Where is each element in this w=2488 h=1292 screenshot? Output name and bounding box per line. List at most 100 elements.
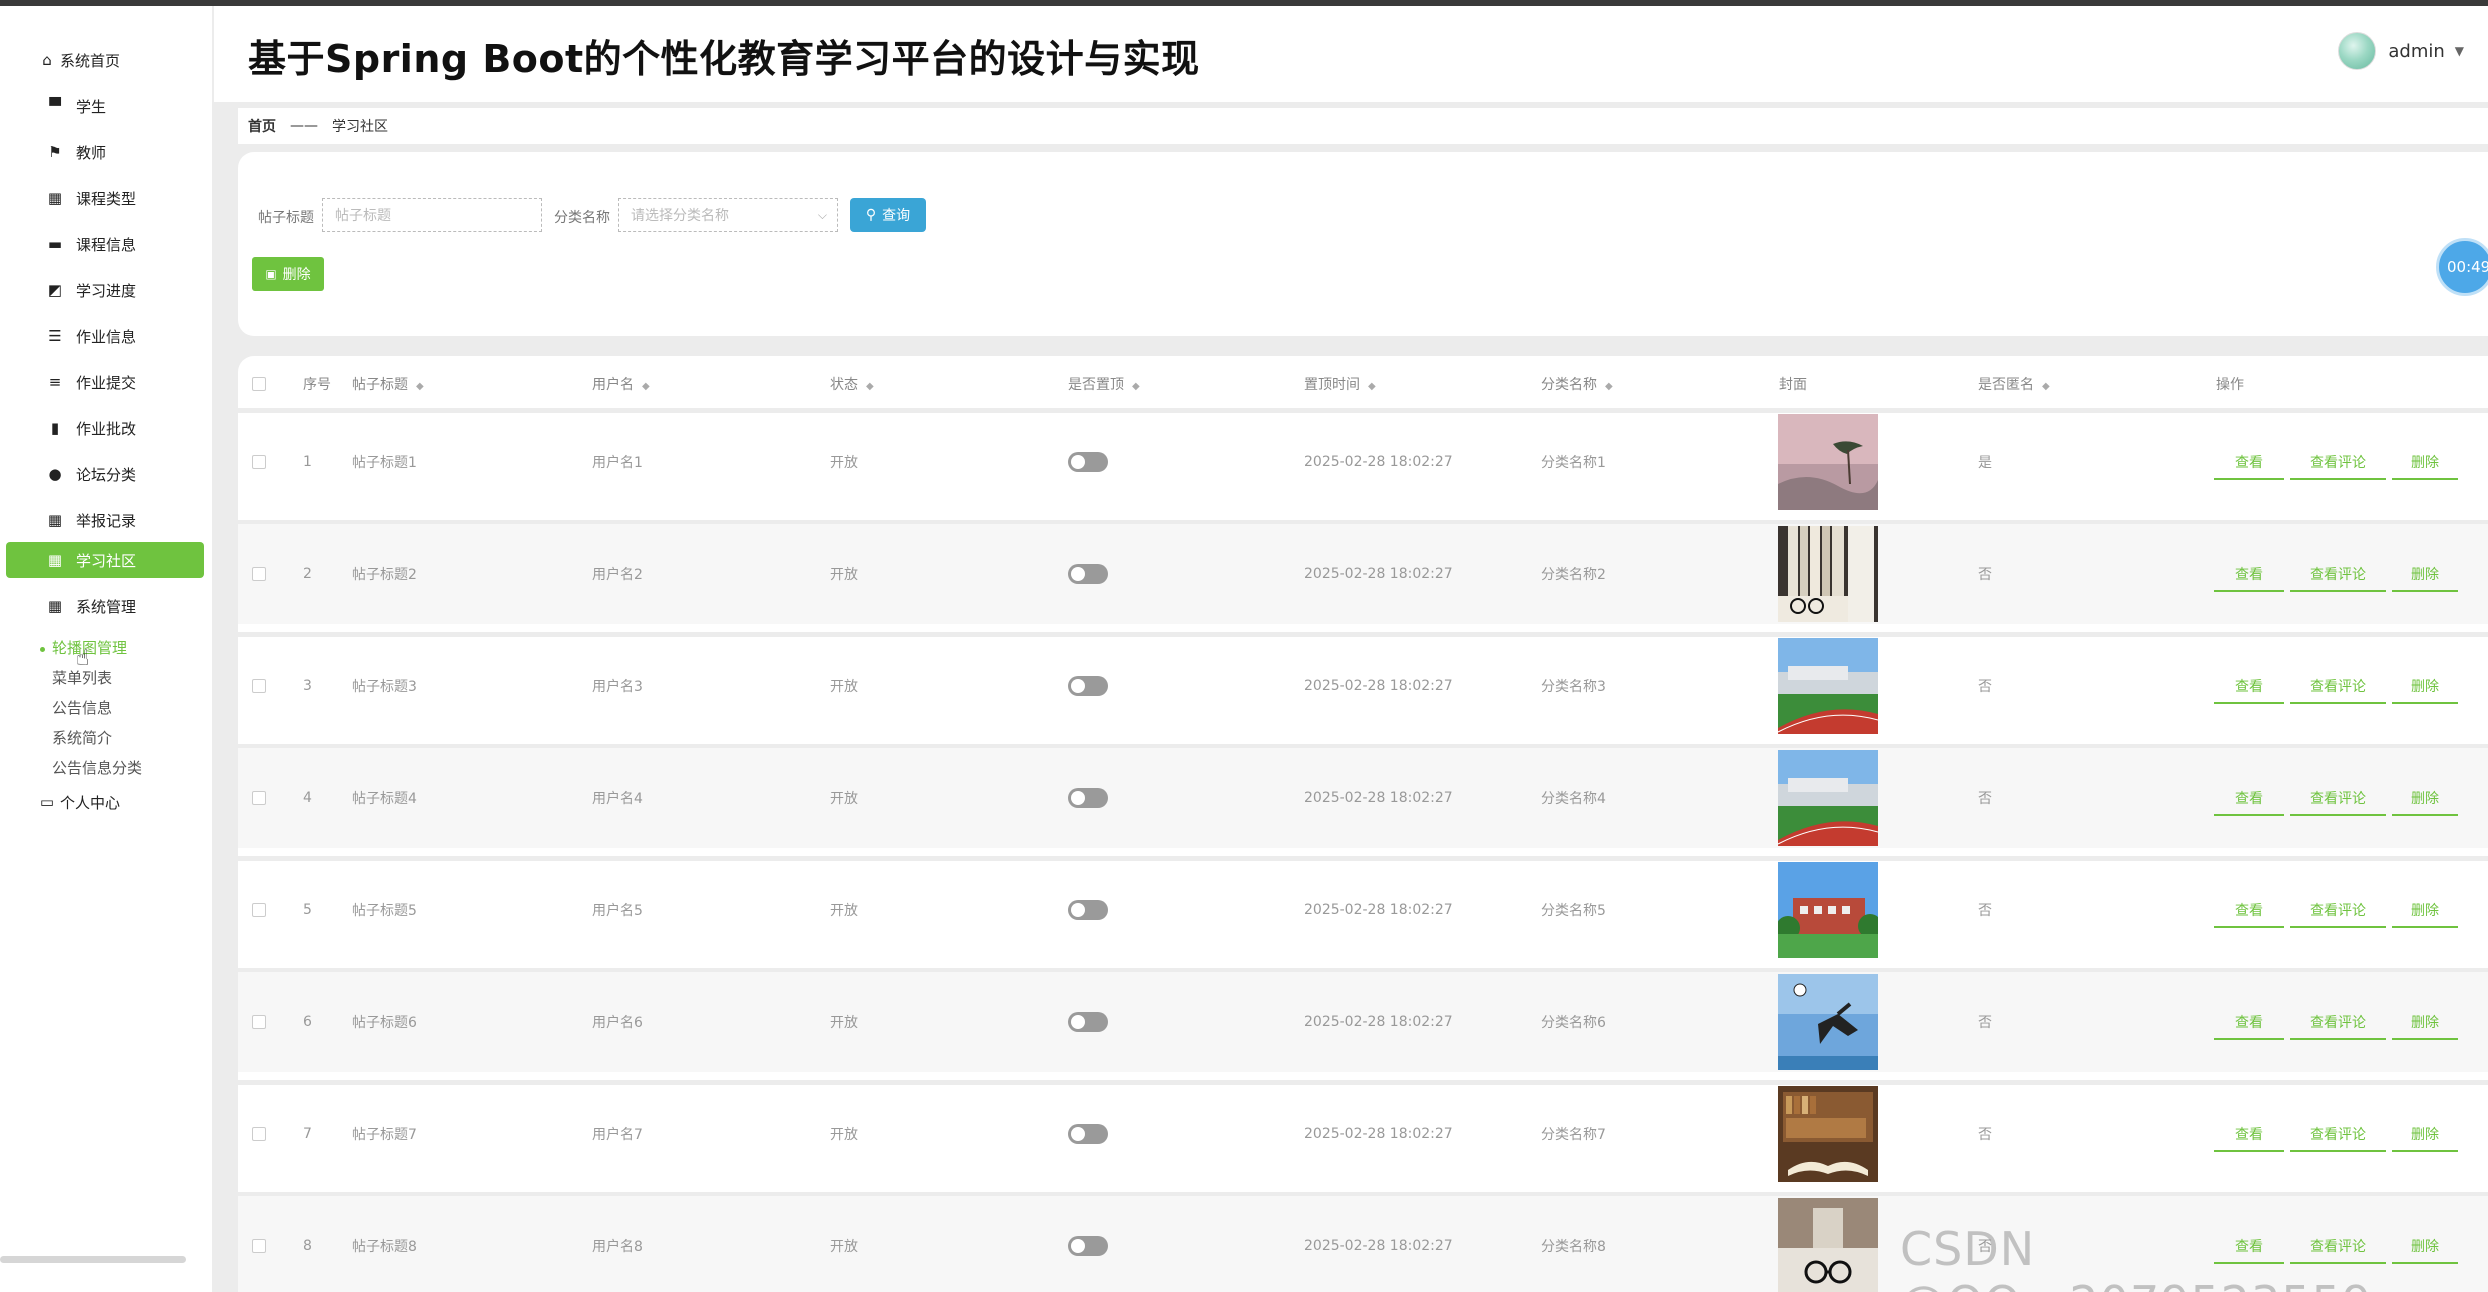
sidebar-item-course-type[interactable]: ▦ 课程类型 xyxy=(6,180,204,216)
sub-item-notice-category[interactable]: 公告信息分类 xyxy=(52,757,142,778)
monitor-icon: ▀ xyxy=(49,97,61,115)
sidebar-item-community[interactable]: ▦ 学习社区 xyxy=(6,542,204,578)
view-comments-button[interactable]: 查看评论 xyxy=(2290,564,2386,592)
sub-item-intro[interactable]: 系统简介 xyxy=(52,727,112,748)
view-comments-button[interactable]: 查看评论 xyxy=(2290,900,2386,928)
header-user-label: 用户名 xyxy=(592,377,634,393)
view-button[interactable]: 查看 xyxy=(2214,564,2284,592)
timer-badge[interactable]: 00:49 xyxy=(2436,238,2488,296)
sidebar-item-label: 课程类型 xyxy=(76,189,137,208)
pinned-toggle[interactable] xyxy=(1068,1124,1108,1144)
pinned-toggle[interactable] xyxy=(1068,1012,1108,1032)
row-checkbox[interactable] xyxy=(252,1015,266,1029)
header-category[interactable]: 分类名称 ◆ xyxy=(1541,374,1613,394)
cell-pinned xyxy=(1068,1196,1108,1292)
row-delete-button[interactable]: 删除 xyxy=(2392,900,2458,928)
row-delete-button[interactable]: 删除 xyxy=(2392,788,2458,816)
view-comments-button[interactable]: 查看评论 xyxy=(2290,1012,2386,1040)
row-checkbox[interactable] xyxy=(252,903,266,917)
cell-index: 8 xyxy=(303,1238,312,1254)
row-delete-button[interactable]: 删除 xyxy=(2392,676,2458,704)
view-button[interactable]: 查看 xyxy=(2214,452,2284,480)
sliders-icon: ☰ xyxy=(48,327,62,345)
row-checkbox[interactable] xyxy=(252,567,266,581)
cell-pinned xyxy=(1068,524,1108,624)
cover-image[interactable] xyxy=(1778,974,1878,1070)
sidebar-item-forum-category[interactable]: ● 论坛分类 xyxy=(6,456,204,492)
sidebar-scrollbar[interactable] xyxy=(0,1256,186,1263)
sidebar-item-label: 个人中心 xyxy=(60,793,121,812)
title-filter-input[interactable]: 帖子标题 xyxy=(322,198,542,232)
row-delete-button[interactable]: 删除 xyxy=(2392,452,2458,480)
row-delete-button[interactable]: 删除 xyxy=(2392,1124,2458,1152)
view-comments-button[interactable]: 查看评论 xyxy=(2290,676,2386,704)
view-comments-button[interactable]: 查看评论 xyxy=(2290,788,2386,816)
bulk-delete-button[interactable]: ▣ 删除 xyxy=(252,257,324,291)
sidebar-item-homework-submit[interactable]: ≡ 作业提交 xyxy=(6,364,204,400)
sidebar-item-system[interactable]: ▦ 系统管理 xyxy=(6,588,204,624)
view-button[interactable]: 查看 xyxy=(2214,1012,2284,1040)
pinned-toggle[interactable] xyxy=(1068,1236,1108,1256)
sidebar-item-progress[interactable]: ◩ 学习进度 xyxy=(6,272,204,308)
clipboard-icon: ▮ xyxy=(50,419,60,437)
cover-image[interactable] xyxy=(1776,862,1882,958)
pinned-toggle[interactable] xyxy=(1068,564,1108,584)
breadcrumb-home[interactable]: 首页 xyxy=(248,116,276,136)
sub-item-notice[interactable]: 公告信息 xyxy=(52,697,112,718)
cover-image[interactable] xyxy=(1778,1198,1878,1292)
row-delete-button[interactable]: 删除 xyxy=(2392,564,2458,592)
row-checkbox[interactable] xyxy=(252,791,266,805)
view-button[interactable]: 查看 xyxy=(2214,1124,2284,1152)
cover-image[interactable] xyxy=(1777,638,1879,734)
cell-user: 用户名3 xyxy=(592,679,643,695)
sidebar-item-report[interactable]: ▦ 举报记录 xyxy=(6,502,204,538)
sidebar-item-label: 教师 xyxy=(76,143,107,162)
cell-user: 用户名1 xyxy=(592,455,643,471)
sidebar-item-teacher[interactable]: ⚑ 教师 xyxy=(6,134,204,170)
view-button[interactable]: 查看 xyxy=(2214,788,2284,816)
header-status[interactable]: 状态 ◆ xyxy=(830,374,874,394)
table-row: 3 帖子标题3 用户名3 开放 2025-02-28 18:02:27 分类名称3 否 查看查… xyxy=(238,636,2488,736)
view-button[interactable]: 查看 xyxy=(2214,676,2284,704)
view-button[interactable]: 查看 xyxy=(2214,900,2284,928)
sub-item-carousel[interactable]: 轮播图管理 xyxy=(52,637,127,658)
header-actions: 操作 xyxy=(2216,377,2244,393)
cover-image[interactable] xyxy=(1778,1086,1878,1182)
sidebar-item-label: 论坛分类 xyxy=(76,465,137,484)
sidebar-item-label: 学生 xyxy=(76,97,107,116)
row-checkbox[interactable] xyxy=(252,1127,266,1141)
row-delete-button[interactable]: 删除 xyxy=(2392,1012,2458,1040)
sidebar-item-home[interactable]: ⌂ 系统首页 xyxy=(6,42,204,78)
pinned-toggle[interactable] xyxy=(1068,788,1108,808)
pinned-toggle[interactable] xyxy=(1068,452,1108,472)
row-checkbox[interactable] xyxy=(252,1239,266,1253)
sidebar-item-homework-grading[interactable]: ▮ 作业批改 xyxy=(6,410,204,446)
page-title: 基于Spring Boot的个性化教育学习平台的设计与实现 xyxy=(248,37,1200,81)
cover-image[interactable] xyxy=(1777,750,1879,846)
row-checkbox[interactable] xyxy=(252,455,266,469)
sidebar-item-homework[interactable]: ☰ 作业信息 xyxy=(6,318,204,354)
cell-index: 2 xyxy=(303,566,312,582)
cell-pinned xyxy=(1068,748,1108,848)
header-user[interactable]: 用户名 ◆ xyxy=(592,374,650,394)
header-pin-time[interactable]: 置顶时间 ◆ xyxy=(1304,374,1376,394)
sidebar-item-personal[interactable]: ▭ 个人中心 xyxy=(6,784,204,820)
sidebar-item-course-info[interactable]: ▬ 课程信息 xyxy=(6,226,204,262)
header-anonymous[interactable]: 是否匿名 ◆ xyxy=(1978,374,2050,394)
header-title[interactable]: 帖子标题 ◆ xyxy=(352,374,424,394)
pinned-toggle[interactable] xyxy=(1068,900,1108,920)
pin-icon: ● xyxy=(48,465,62,483)
header-pinned[interactable]: 是否置顶 ◆ xyxy=(1068,374,1140,394)
cover-image[interactable] xyxy=(1778,414,1878,510)
category-filter-select[interactable]: 请选择分类名称 ⌵ xyxy=(618,198,838,232)
data-table: 序号 帖子标题 ◆ 用户名 ◆ 状态 ◆ 是否置顶 ◆ 置顶时间 ◆ 分类名称 ◆ 封面 是… xyxy=(238,356,2488,1292)
query-button[interactable]: ⚲ 查询 xyxy=(850,198,926,232)
sidebar-item-student[interactable]: ▀ 学生 xyxy=(6,88,204,124)
user-menu[interactable]: admin ▼ xyxy=(2338,32,2464,70)
view-comments-button[interactable]: 查看评论 xyxy=(2290,1124,2386,1152)
pinned-toggle[interactable] xyxy=(1068,676,1108,696)
cover-image[interactable] xyxy=(1778,526,1878,622)
select-all-checkbox[interactable] xyxy=(252,377,266,391)
view-comments-button[interactable]: 查看评论 xyxy=(2290,452,2386,480)
row-checkbox[interactable] xyxy=(252,679,266,693)
